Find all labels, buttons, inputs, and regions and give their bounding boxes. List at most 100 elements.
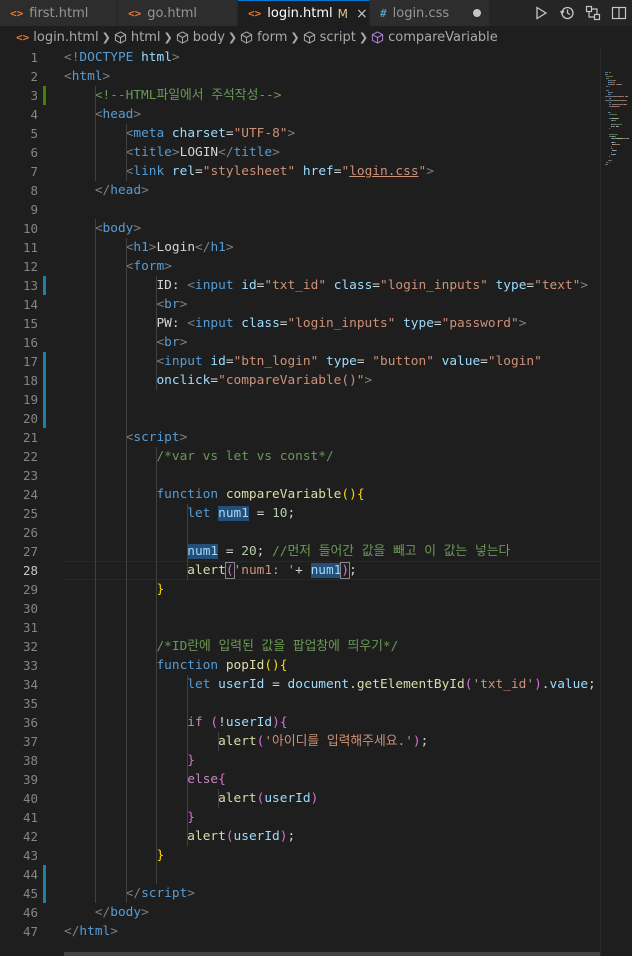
- keyword: let: [187, 677, 211, 692]
- code-line[interactable]: 14 <br>: [0, 295, 600, 314]
- code-line[interactable]: 40 alert(userId): [0, 789, 600, 808]
- code-editor[interactable]: 1 <!DOCTYPE html> 2 <html> 3 <!--HTML파일에서 주석…: [0, 48, 632, 956]
- chevron-right-icon: ❯: [358, 30, 369, 44]
- gutter-modified-indicator[interactable]: [43, 276, 46, 295]
- code-line[interactable]: 19: [0, 390, 600, 409]
- code-line[interactable]: 44: [0, 865, 600, 884]
- code-line[interactable]: 16 <br>: [0, 333, 600, 352]
- code-line[interactable]: 11 <h1>Login</h1>: [0, 238, 600, 257]
- code-text: Login: [156, 240, 196, 255]
- close-icon[interactable]: ×: [356, 6, 368, 22]
- attribute-name: html: [141, 50, 172, 65]
- code-text: alert(userId): [64, 789, 318, 808]
- css-file-icon: #: [380, 6, 387, 20]
- code-line[interactable]: 2 <html>: [0, 67, 600, 86]
- code-line[interactable]: 31: [0, 618, 600, 637]
- tab-first-html[interactable]: <> first.html: [0, 0, 118, 26]
- code-line[interactable]: 12 <form>: [0, 257, 600, 276]
- keyword: if: [187, 715, 203, 730]
- line-number: 40: [22, 791, 38, 806]
- code-line[interactable]: 45 </script>: [0, 884, 600, 903]
- code-line[interactable]: 6 <title>LOGIN</title>: [0, 143, 600, 162]
- code-line[interactable]: 8 </head>: [0, 181, 600, 200]
- code-line[interactable]: 21 <script>: [0, 428, 600, 447]
- tag-name: link: [133, 164, 165, 179]
- code-line[interactable]: 7 <link rel="stylesheet" href="login.css…: [0, 162, 600, 181]
- gutter-modified-indicator[interactable]: [43, 390, 46, 409]
- code-line[interactable]: 35: [0, 694, 600, 713]
- code-line[interactable]: 30: [0, 599, 600, 618]
- tab-go-html[interactable]: <> go.html: [118, 0, 238, 26]
- code-line[interactable]: 47 </html>: [0, 922, 600, 941]
- code-line[interactable]: 17 <input id="btn_login" type= "button" …: [0, 352, 600, 371]
- breadcrumb-item-html[interactable]: html: [114, 30, 161, 45]
- split-editor-icon[interactable]: [606, 0, 632, 26]
- code-line[interactable]: 1 <!DOCTYPE html>: [0, 48, 600, 67]
- code-line[interactable]: 32 /*ID란에 입력된 값을 팝업창에 띄우기*/: [0, 637, 600, 656]
- code-line[interactable]: 38 }: [0, 751, 600, 770]
- punctuation: >: [171, 50, 180, 65]
- code-line[interactable]: 10 <body>: [0, 219, 600, 238]
- code-line[interactable]: 34 let userId = document.getElementById(…: [0, 675, 600, 694]
- punctuation: >: [272, 145, 280, 160]
- code-line[interactable]: 42 alert(userId);: [0, 827, 600, 846]
- code-line[interactable]: 13 ID: <input id="txt_id" class="login_i…: [0, 276, 600, 295]
- unsaved-dot-icon[interactable]: [473, 9, 481, 17]
- history-icon[interactable]: [554, 0, 580, 26]
- code-text: <title>LOGIN</title>: [64, 143, 280, 162]
- bracket: ): [272, 715, 280, 730]
- gutter-added-indicator[interactable]: [43, 86, 46, 105]
- code-line[interactable]: 39 else{: [0, 770, 600, 789]
- punctuation: </: [94, 183, 111, 198]
- code-line[interactable]: 41 }: [0, 808, 600, 827]
- code-line[interactable]: 18 onclick="compareVariable()">: [0, 371, 600, 390]
- breadcrumb-item-function[interactable]: compareVariable: [371, 30, 498, 45]
- code-line[interactable]: 46 </body>: [0, 903, 600, 922]
- code-line[interactable]: 22 /*var vs let vs const*/: [0, 447, 600, 466]
- code-text: !: [218, 715, 226, 730]
- compare-changes-icon[interactable]: [580, 0, 606, 26]
- tab-login-css[interactable]: # login.css: [370, 0, 490, 26]
- code-line[interactable]: 26: [0, 523, 600, 542]
- code-line[interactable]: 25 let num1 = 10;: [0, 504, 600, 523]
- code-line[interactable]: 28 alert('num1: '+ num1);: [0, 561, 600, 580]
- code-line[interactable]: 29 }: [0, 580, 600, 599]
- number: 20: [241, 544, 257, 559]
- breadcrumb-item-script[interactable]: script: [303, 30, 356, 45]
- function-cube-icon: [371, 30, 384, 44]
- attribute-name: type: [326, 354, 357, 369]
- punctuation: >: [148, 240, 157, 255]
- code-line[interactable]: 37 alert('아이디를 입력해주세요.');: [0, 732, 600, 751]
- code-line[interactable]: 43 }: [0, 846, 600, 865]
- gutter-modified-indicator[interactable]: [43, 409, 46, 428]
- code-line[interactable]: 36 if (!userId){: [0, 713, 600, 732]
- code-line[interactable]: 9: [0, 200, 600, 219]
- gutter-modified-indicator[interactable]: [43, 371, 46, 390]
- code-text: =: [356, 354, 373, 369]
- minimap-line: [621, 84, 622, 85]
- code-line[interactable]: 15 PW: <input class="login_inputs" type=…: [0, 314, 600, 333]
- punctuation: <: [94, 107, 103, 122]
- code-line[interactable]: 3 <!--HTML파일에서 주석작성-->: [0, 86, 600, 105]
- line-number: 26: [22, 525, 38, 540]
- breadcrumb-item-body[interactable]: body: [176, 30, 225, 45]
- breadcrumb-item-form[interactable]: form: [240, 30, 287, 45]
- horizontal-scrollbar[interactable]: [64, 952, 600, 956]
- code-line[interactable]: 27 num1 = 20; //먼저 들어간 값을 빼고 이 값는 넣는다: [0, 542, 600, 561]
- code-line[interactable]: 4 <head>: [0, 105, 600, 124]
- minimap[interactable]: [600, 48, 632, 956]
- code-line[interactable]: 23: [0, 466, 600, 485]
- run-icon[interactable]: [528, 0, 554, 26]
- gutter-modified-indicator[interactable]: [43, 884, 46, 903]
- gutter-modified-indicator[interactable]: [43, 865, 46, 884]
- code-line[interactable]: 33 function popId(){: [0, 656, 600, 675]
- code-line[interactable]: 20: [0, 409, 600, 428]
- tab-login-html[interactable]: <> login.html M ×: [238, 0, 370, 26]
- gutter-modified-indicator[interactable]: [43, 352, 46, 371]
- breadcrumb-item-file[interactable]: <> login.html: [16, 30, 99, 45]
- string: "login_inputs": [287, 316, 396, 331]
- code-line[interactable]: 24 function compareVariable(){: [0, 485, 600, 504]
- code-line[interactable]: 5 <meta charset="UTF-8">: [0, 124, 600, 143]
